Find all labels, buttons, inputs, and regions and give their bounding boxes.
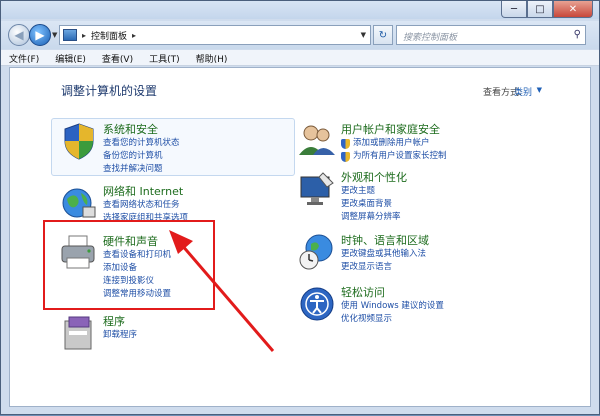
category-appearance[interactable]: 外观和个性化 更改主题 更改桌面背景 调整屏幕分辨率	[297, 169, 517, 225]
link-desktop-background[interactable]: 更改桌面背景	[341, 198, 401, 211]
link-change-display-language[interactable]: 更改显示语言	[341, 261, 426, 274]
breadcrumb-separator-2[interactable]: ▸	[132, 31, 136, 40]
category-title-programs[interactable]: 程序	[103, 313, 125, 329]
users-icon	[299, 125, 335, 155]
link-add-remove-users-text[interactable]: 添加或删除用户帐户	[353, 137, 430, 150]
refresh-button[interactable]: ↻	[373, 25, 393, 45]
control-panel-window: ─ □ ✕ ◀ ▶ ▼ ▸ 控制面板 ▸ ▼ ↻ 搜索控制面板 ⚲ 文件(F) …	[0, 0, 600, 415]
search-icon[interactable]: ⚲	[574, 29, 581, 40]
category-system-security[interactable]: 系统和安全 查看您的计算机状态 备份您的计算机 查找并解决问题	[59, 121, 289, 175]
address-bar: ◀ ▶ ▼ ▸ 控制面板 ▸ ▼ ↻ 搜索控制面板 ⚲	[1, 21, 599, 49]
clock-links: 更改键盘或其他输入法 更改显示语言	[341, 248, 426, 274]
category-network[interactable]: 网络和 Internet 查看网络状态和任务 选择家庭组和共享选项	[59, 183, 289, 223]
link-find-fix-problems[interactable]: 查找并解决问题	[103, 163, 180, 176]
title-bar[interactable]: ─ □ ✕	[1, 1, 599, 19]
programs-links: 卸载程序	[103, 329, 137, 342]
view-mode-value[interactable]: 类别	[514, 85, 532, 98]
address-dropdown-icon[interactable]: ▼	[361, 31, 366, 39]
menu-edit[interactable]: 编辑(E)	[47, 50, 94, 65]
programs-box-icon	[64, 316, 92, 350]
back-arrow-icon: ◀	[14, 28, 24, 42]
category-programs[interactable]: 程序 卸载程序	[59, 313, 209, 350]
category-title-ease[interactable]: 轻松访问	[341, 284, 385, 300]
breadcrumb-separator[interactable]: ▸	[82, 31, 86, 40]
category-title-network[interactable]: 网络和 Internet	[103, 183, 183, 199]
menu-bar: 文件(F) 编辑(E) 查看(V) 工具(T) 帮助(H)	[1, 50, 599, 66]
link-recommended-settings[interactable]: 使用 Windows 建议的设置	[341, 300, 444, 313]
control-panel-icon	[63, 29, 77, 41]
refresh-icon: ↻	[378, 29, 388, 41]
system-links: 查看您的计算机状态 备份您的计算机 查找并解决问题	[103, 137, 180, 176]
search-placeholder: 搜索控制面板	[403, 33, 458, 43]
appearance-links: 更改主题 更改桌面背景 调整屏幕分辨率	[341, 185, 401, 224]
link-screen-resolution[interactable]: 调整屏幕分辨率	[341, 211, 401, 224]
breadcrumb-item-control-panel[interactable]: 控制面板	[91, 29, 127, 42]
menu-file[interactable]: 文件(F)	[1, 50, 47, 65]
page-title: 调整计算机的设置	[61, 84, 158, 98]
category-clock-language[interactable]: 时钟、语言和区域 更改键盘或其他输入法 更改显示语言	[297, 232, 517, 276]
shield-icon	[341, 151, 350, 162]
ease-links: 使用 Windows 建议的设置 优化视频显示	[341, 300, 444, 326]
forward-button[interactable]: ▶	[29, 24, 51, 46]
menu-help[interactable]: 帮助(H)	[188, 50, 236, 65]
appearance-monitor-icon	[300, 172, 334, 205]
minimize-button[interactable]: ─	[501, 1, 527, 18]
breadcrumb[interactable]: ▸ 控制面板 ▸ ▼	[59, 25, 371, 45]
link-backup-computer[interactable]: 备份您的计算机	[103, 150, 180, 163]
link-parental-controls[interactable]: 为所有用户设置家长控制	[341, 150, 447, 163]
category-title-clock[interactable]: 时钟、语言和区域	[341, 232, 429, 248]
category-ease-of-access[interactable]: 轻松访问 使用 Windows 建议的设置 优化视频显示	[297, 284, 517, 328]
link-parental-controls-text[interactable]: 为所有用户设置家长控制	[353, 150, 447, 163]
ease-of-access-icon	[300, 287, 334, 321]
search-input[interactable]: 搜索控制面板 ⚲	[396, 25, 586, 45]
shield-security-icon	[64, 123, 94, 160]
link-add-remove-users[interactable]: 添加或删除用户帐户	[341, 137, 447, 150]
category-title-system[interactable]: 系统和安全	[103, 121, 158, 137]
category-title-users[interactable]: 用户帐户和家庭安全	[341, 121, 440, 137]
forward-arrow-icon: ▶	[35, 28, 45, 42]
window-controls: ─ □ ✕	[501, 1, 593, 18]
category-user-accounts[interactable]: 用户帐户和家庭安全 添加或删除用户帐户 为所有用户设置家长控制	[297, 121, 517, 165]
link-network-status[interactable]: 查看网络状态和任务	[103, 199, 188, 212]
link-uninstall-program[interactable]: 卸载程序	[103, 329, 137, 342]
clock-globe-icon	[299, 234, 333, 270]
menu-view[interactable]: 查看(V)	[94, 50, 141, 65]
link-change-keyboard[interactable]: 更改键盘或其他输入法	[341, 248, 426, 261]
recent-pages-dropdown[interactable]: ▼	[52, 31, 57, 39]
category-title-appearance[interactable]: 外观和个性化	[341, 169, 407, 185]
link-view-computer-status[interactable]: 查看您的计算机状态	[103, 137, 180, 150]
view-mode-dropdown-icon[interactable]: ▼	[537, 86, 542, 94]
link-optimize-display[interactable]: 优化视频显示	[341, 313, 444, 326]
back-button[interactable]: ◀	[8, 24, 30, 46]
link-change-theme[interactable]: 更改主题	[341, 185, 401, 198]
users-links: 添加或删除用户帐户 为所有用户设置家长控制	[341, 137, 447, 163]
maximize-button[interactable]: □	[527, 1, 553, 18]
close-button[interactable]: ✕	[553, 1, 593, 18]
annotation-highlight-box	[43, 220, 215, 310]
menu-tools[interactable]: 工具(T)	[141, 50, 188, 65]
network-globe-icon	[62, 188, 96, 218]
shield-icon	[341, 138, 350, 149]
